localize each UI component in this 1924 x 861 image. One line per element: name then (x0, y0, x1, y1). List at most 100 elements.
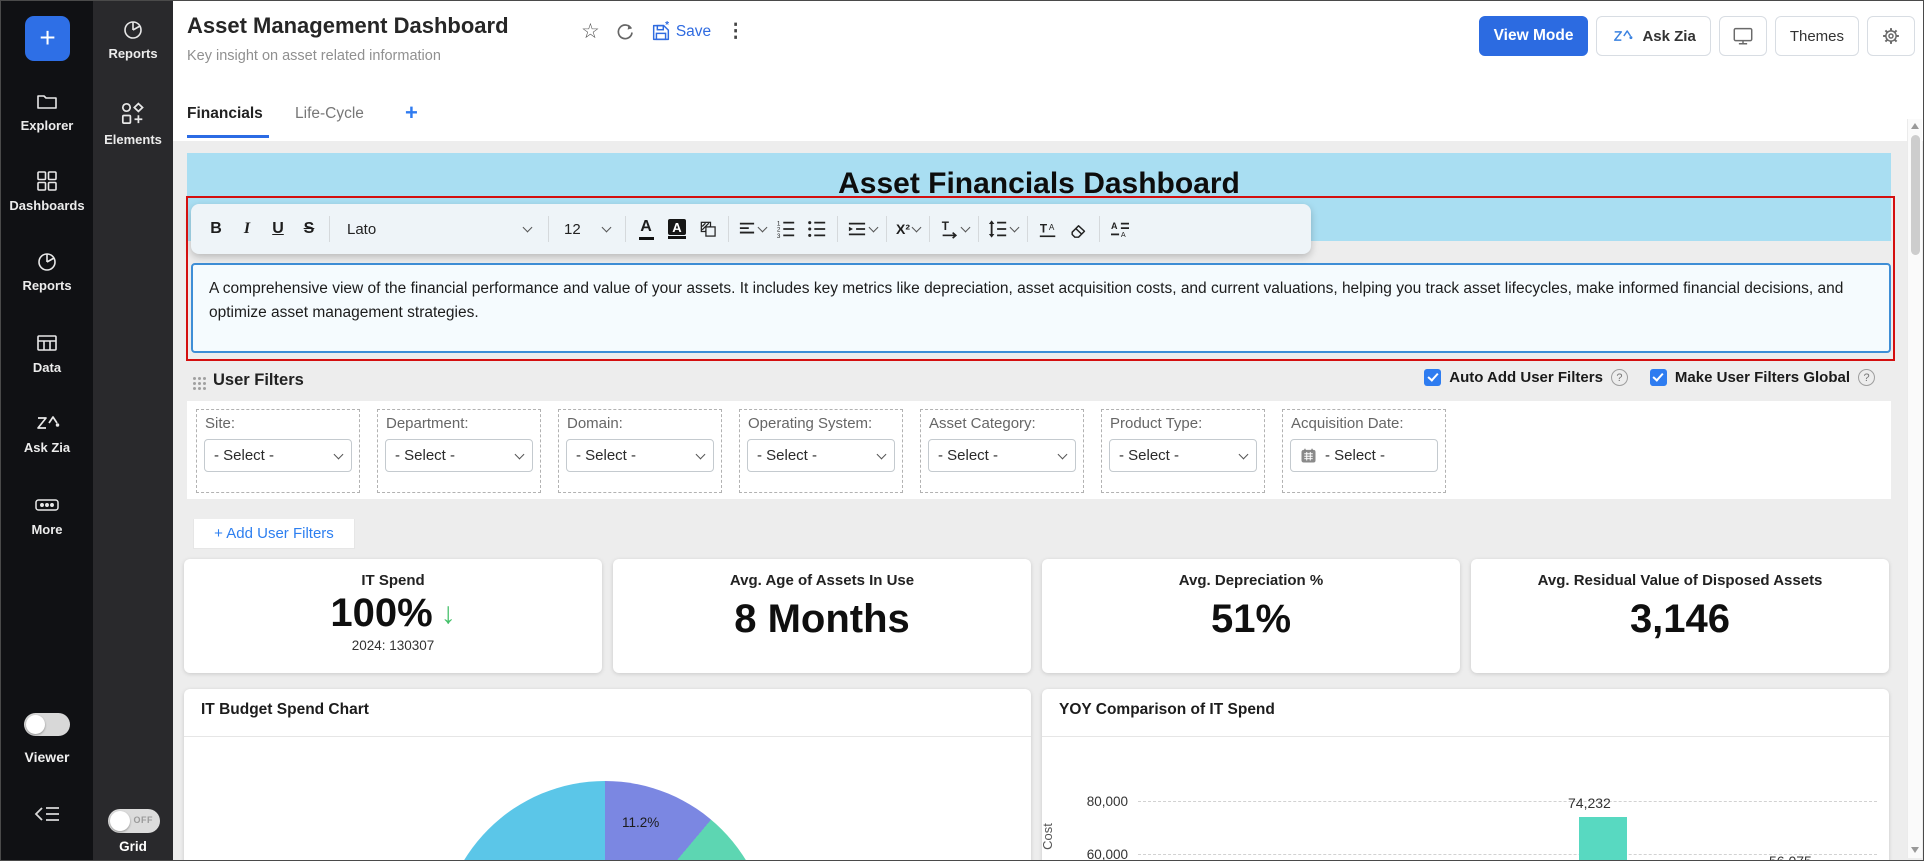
toolbar-divider (837, 216, 838, 242)
panel-item-reports[interactable]: Reports (93, 17, 173, 61)
vertical-scrollbar[interactable] (1907, 119, 1922, 858)
favorite-star-icon[interactable]: ☆ (581, 21, 600, 43)
tab-financials[interactable]: Financials (187, 105, 263, 123)
sidebar-item-dashboards[interactable]: Dashboards (1, 169, 93, 213)
y-tick: 80,000 (1070, 794, 1128, 809)
toggle-knob (26, 715, 45, 734)
indent-button[interactable] (847, 214, 877, 244)
title-actions: ☆ * Save ⋮ (581, 21, 745, 43)
panel-item-elements[interactable]: Elements (93, 101, 173, 147)
line-spacing-button[interactable] (988, 214, 1018, 244)
filter-asset-category: Asset Category: - Select - (920, 409, 1084, 493)
toolbar-divider (978, 216, 979, 242)
font-family-select[interactable]: Lato (339, 213, 539, 245)
sidebar-item-reports[interactable]: Reports (1, 249, 93, 293)
bar-value-label: 74,232 (1568, 795, 1611, 811)
refresh-icon[interactable] (615, 22, 635, 42)
more-options-kebab-icon[interactable]: ⋮ (726, 21, 745, 43)
chevron-down-icon (334, 449, 344, 459)
checkbox-checked[interactable] (1424, 369, 1441, 386)
site-select[interactable]: - Select - (204, 439, 352, 472)
domain-select[interactable]: - Select - (566, 439, 714, 472)
kpi-value: 8 Months (734, 597, 910, 641)
toolbar-divider (886, 216, 887, 242)
scroll-down-arrow-icon[interactable] (1911, 847, 1919, 853)
font-size-select[interactable]: 12 (558, 213, 616, 245)
auto-add-user-filters-checkbox[interactable]: Auto Add User Filters ? (1424, 369, 1628, 386)
make-user-filters-global-checkbox[interactable]: Make User Filters Global ? (1650, 369, 1875, 386)
y-tick: 60,000 (1070, 847, 1128, 861)
kpi-card-avg-depreciation[interactable]: Avg. Depreciation % 51% (1042, 559, 1460, 673)
text-direction-icon: T (939, 219, 959, 239)
presentation-view-button[interactable] (1719, 16, 1767, 56)
sidebar-item-more[interactable]: More (1, 493, 93, 537)
bold-button[interactable]: B (205, 214, 227, 244)
checkbox-checked[interactable] (1650, 369, 1667, 386)
color-bar (668, 236, 686, 239)
viewer-toggle[interactable] (24, 713, 70, 736)
bar-chart-card[interactable]: YOY Comparison of IT Spend Cost 80,000 6… (1042, 689, 1889, 861)
italic-button[interactable]: I (236, 214, 258, 244)
numbered-list-button[interactable]: 123 (775, 214, 797, 244)
underline-button[interactable]: U (267, 214, 289, 244)
clear-format-button[interactable] (1068, 214, 1090, 244)
strikethrough-button[interactable]: S (298, 214, 320, 244)
grid-toggle-state: OFF (134, 815, 154, 825)
bar-2023[interactable] (1579, 817, 1627, 861)
grid-toggle[interactable]: OFF (108, 809, 160, 833)
text-direction-button[interactable]: T (939, 214, 969, 244)
save-button[interactable]: * Save (650, 21, 711, 43)
help-icon[interactable]: ? (1858, 369, 1875, 386)
tab-life-cycle[interactable]: Life-Cycle (295, 105, 364, 123)
product-type-select[interactable]: - Select - (1109, 439, 1257, 472)
zia-icon (1611, 26, 1635, 46)
acquisition-date-input[interactable]: - Select - (1290, 439, 1438, 472)
change-case-button[interactable]: AA (1109, 214, 1131, 244)
folder-icon (34, 89, 60, 113)
save-label: Save (676, 23, 711, 41)
operating-system-select[interactable]: - Select - (747, 439, 895, 472)
bullet-list-button[interactable] (806, 214, 828, 244)
panel-item-label: Elements (104, 132, 162, 147)
sidebar-item-explorer[interactable]: Explorer (1, 89, 93, 133)
kpi-card-avg-age[interactable]: Avg. Age of Assets In Use 8 Months (613, 559, 1031, 673)
primary-sidebar: + Explorer Dashboards Reports Data Ask Z… (1, 1, 93, 860)
ask-zia-button[interactable]: Ask Zia (1596, 16, 1710, 56)
user-filters-header: User Filters Auto Add User Filters ? Mak… (187, 367, 1891, 399)
asset-category-select[interactable]: - Select - (928, 439, 1076, 472)
text-align-button[interactable] (738, 214, 766, 244)
kpi-card-avg-residual-value[interactable]: Avg. Residual Value of Disposed Assets 3… (1471, 559, 1889, 673)
letter-spacing-button[interactable]: TA (1037, 214, 1059, 244)
sidebar-item-ask-zia[interactable]: Ask Zia (1, 411, 93, 455)
sidebar-item-data[interactable]: Data (1, 331, 93, 375)
collapse-sidebar-button[interactable] (32, 801, 62, 832)
view-mode-button[interactable]: View Mode (1479, 16, 1589, 56)
sidebar-item-label: Dashboards (9, 198, 84, 213)
toolbar-divider (1027, 216, 1028, 242)
more-ellipsis-icon (33, 493, 61, 517)
highlight-color-button[interactable]: A (666, 214, 688, 244)
scrollbar-thumb[interactable] (1911, 135, 1920, 255)
pie-chart[interactable] (440, 781, 770, 861)
settings-button[interactable] (1867, 16, 1915, 56)
svg-text:*: * (665, 21, 669, 31)
superscript-button[interactable]: X² (896, 214, 920, 244)
add-tab-button[interactable]: + (405, 100, 418, 126)
pie-chart-card[interactable]: IT Budget Spend Chart 11.2% (184, 689, 1031, 861)
font-color-button[interactable]: A (635, 214, 657, 244)
drag-handle-icon[interactable] (193, 377, 196, 380)
indent-icon (847, 220, 867, 238)
svg-text:A: A (1121, 230, 1126, 238)
format-painter-button[interactable] (697, 214, 719, 244)
create-new-button[interactable]: + (25, 16, 70, 61)
rich-text-toolbar: B I U S Lato 12 A A 123 (191, 204, 1311, 254)
description-text-widget[interactable]: A comprehensive view of the financial pe… (191, 263, 1891, 353)
kpi-card-it-spend[interactable]: IT Spend 100%↓ 2024: 130307 (184, 559, 602, 673)
department-select[interactable]: - Select - (385, 439, 533, 472)
add-user-filters-link[interactable]: + Add User Filters (193, 519, 355, 549)
help-icon[interactable]: ? (1611, 369, 1628, 386)
toolbar-divider (548, 216, 549, 242)
scroll-up-arrow-icon[interactable] (1911, 123, 1919, 129)
elements-shapes-icon (120, 101, 146, 127)
themes-button[interactable]: Themes (1775, 16, 1859, 56)
